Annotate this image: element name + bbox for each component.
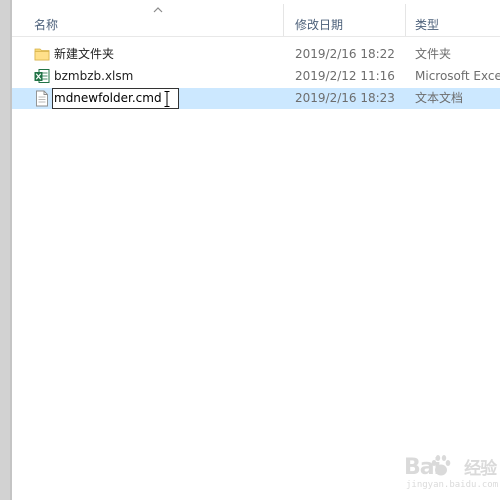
- column-header-bar: 名称 修改日期 类型: [12, 0, 500, 37]
- sort-ascending-icon: [153, 7, 163, 13]
- column-divider[interactable]: [405, 4, 406, 36]
- file-date-modified: 2019/2/16 18:22: [295, 47, 395, 61]
- file-row-excel[interactable]: bzmbzb.xlsm 2019/2/12 11:16 Microsoft Ex…: [12, 66, 500, 87]
- file-name[interactable]: 新建文件夹: [54, 44, 114, 65]
- baidu-jingyan-watermark: Bai 经验 jingyan.baidu.com: [386, 448, 499, 494]
- file-row-folder[interactable]: 新建文件夹 2019/2/16 18:22 文件夹: [12, 44, 500, 65]
- baidu-paw-icon: [431, 455, 451, 476]
- excel-icon: [34, 69, 50, 83]
- file-type: 文件夹: [415, 47, 452, 61]
- column-header-date-modified[interactable]: 修改日期: [295, 0, 343, 36]
- column-divider[interactable]: [283, 4, 284, 36]
- rename-input[interactable]: [52, 88, 179, 109]
- navigation-pane-edge[interactable]: [0, 0, 12, 500]
- file-type: Microsoft Excel: [415, 69, 500, 83]
- folder-icon: [34, 48, 50, 61]
- file-name[interactable]: bzmbzb.xlsm: [54, 66, 133, 87]
- file-date-modified: 2019/2/12 11:16: [295, 69, 395, 83]
- column-header-type[interactable]: 类型: [415, 0, 439, 36]
- watermark-site: jingyan.baidu.com: [406, 480, 499, 490]
- text-cursor-icon: [164, 91, 170, 107]
- file-row-cmd-selected[interactable]: 2019/2/16 18:23 文本文档: [12, 88, 500, 109]
- file-explorer-window: 名称 修改日期 类型 新建文件夹 2019/2/16 18:22 文件夹 bzm…: [0, 0, 500, 500]
- column-header-name[interactable]: 名称: [34, 0, 58, 36]
- file-list: 新建文件夹 2019/2/16 18:22 文件夹 bzmbzb.xlsm 20…: [12, 44, 500, 110]
- file-date-modified: 2019/2/16 18:23: [295, 91, 395, 105]
- file-type: 文本文档: [415, 91, 464, 105]
- text-document-icon: [36, 90, 48, 107]
